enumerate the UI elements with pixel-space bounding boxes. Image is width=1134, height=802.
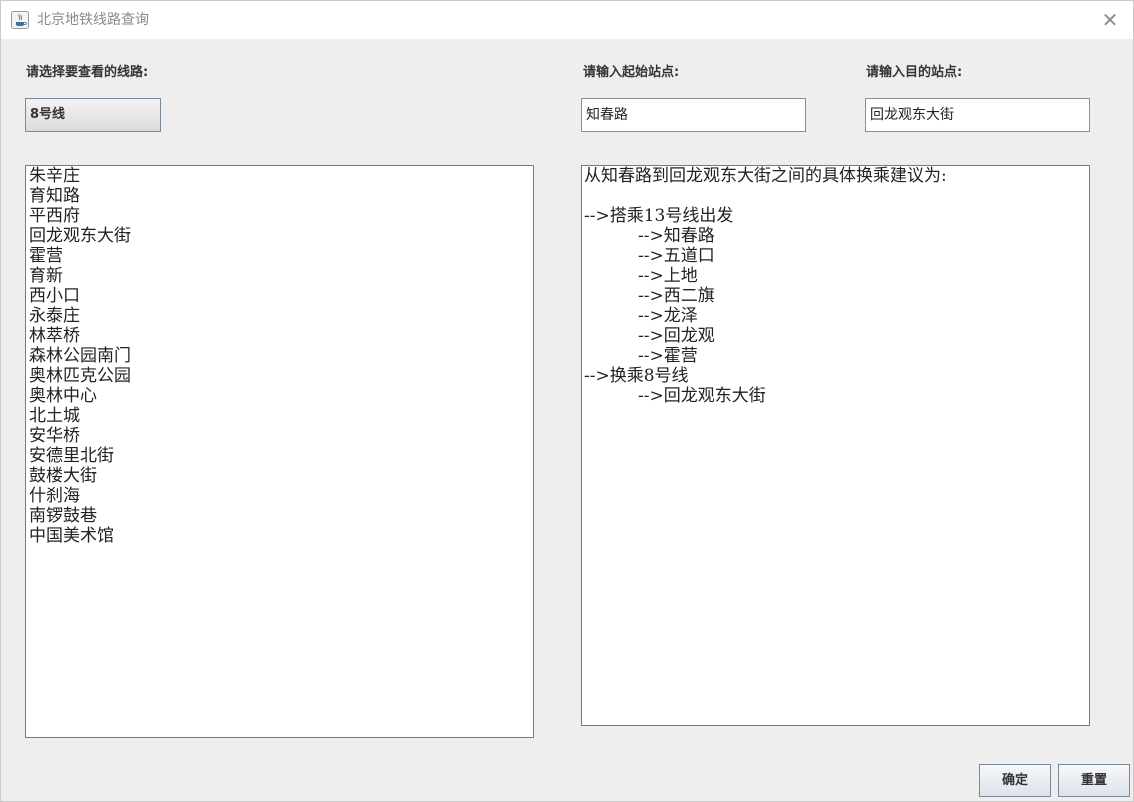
result-line: -->换乘8号线 — [584, 366, 689, 386]
line-select-combo[interactable]: 8号线 — [25, 98, 161, 132]
station-list-item[interactable]: 林萃桥 — [29, 326, 530, 346]
station-list-item[interactable]: 奥林匹克公园 — [29, 366, 530, 386]
end-station-label: 请输入目的站点: — [866, 65, 963, 80]
result-line: -->五道口 — [584, 246, 715, 266]
station-list-item[interactable]: 平西府 — [29, 206, 530, 226]
line-select-label: 请选择要查看的线路: — [26, 65, 149, 80]
result-text-area[interactable]: 从知春路到回龙观东大街之间的具体换乘建议为: -->搭乘13号线出发 -->知春路… — [581, 165, 1090, 726]
station-list-item[interactable]: 奥林中心 — [29, 386, 530, 406]
result-line: -->西二旗 — [584, 286, 715, 306]
station-list-item[interactable]: 南锣鼓巷 — [29, 506, 530, 526]
result-line: 从知春路到回龙观东大街之间的具体换乘建议为: — [584, 166, 947, 186]
result-line — [584, 186, 1087, 206]
result-line: -->霍营 — [584, 346, 698, 366]
station-list-item[interactable]: 安华桥 — [29, 426, 530, 446]
title-bar: 北京地铁线路查询 ✕ — [1, 1, 1133, 39]
main-window: 北京地铁线路查询 ✕ 请选择要查看的线路: 请输入起始站点: 请输入目的站点: … — [0, 0, 1134, 802]
result-line: -->上地 — [584, 266, 698, 286]
result-line: -->回龙观 — [584, 326, 715, 346]
station-list-item[interactable]: 北土城 — [29, 406, 530, 426]
station-list-item[interactable]: 育知路 — [29, 186, 530, 206]
confirm-button[interactable]: 确定 — [979, 764, 1051, 797]
station-list-item[interactable]: 中国美术馆 — [29, 526, 530, 546]
close-icon[interactable]: ✕ — [1099, 9, 1121, 31]
java-icon — [11, 11, 29, 29]
result-line: -->回龙观东大街 — [584, 386, 766, 406]
station-list[interactable]: 朱辛庄 育知路 平西府 回龙观东大街 霍营 育新 西小口 永泰庄 林萃桥 森林公园南门 奥林匹克公园… — [25, 165, 534, 738]
start-station-input[interactable]: 知春路 — [581, 98, 806, 132]
station-list-item[interactable]: 育新 — [29, 266, 530, 286]
end-station-input[interactable]: 回龙观东大街 — [865, 98, 1090, 132]
result-line: -->知春路 — [584, 226, 715, 246]
station-list-item[interactable]: 西小口 — [29, 286, 530, 306]
station-list-item[interactable]: 鼓楼大街 — [29, 466, 530, 486]
station-list-item[interactable]: 什刹海 — [29, 486, 530, 506]
station-list-item[interactable]: 森林公园南门 — [29, 346, 530, 366]
start-station-label: 请输入起始站点: — [583, 65, 680, 80]
result-line: -->搭乘13号线出发 — [584, 206, 734, 226]
station-list-item[interactable]: 永泰庄 — [29, 306, 530, 326]
result-line: -->龙泽 — [584, 306, 698, 326]
window-title: 北京地铁线路查询 — [37, 12, 149, 28]
station-list-item[interactable]: 霍营 — [29, 246, 530, 266]
station-list-item[interactable]: 安德里北街 — [29, 446, 530, 466]
station-list-item[interactable]: 朱辛庄 — [29, 166, 530, 186]
station-list-item[interactable]: 回龙观东大街 — [29, 226, 530, 246]
reset-button[interactable]: 重置 — [1058, 764, 1130, 797]
